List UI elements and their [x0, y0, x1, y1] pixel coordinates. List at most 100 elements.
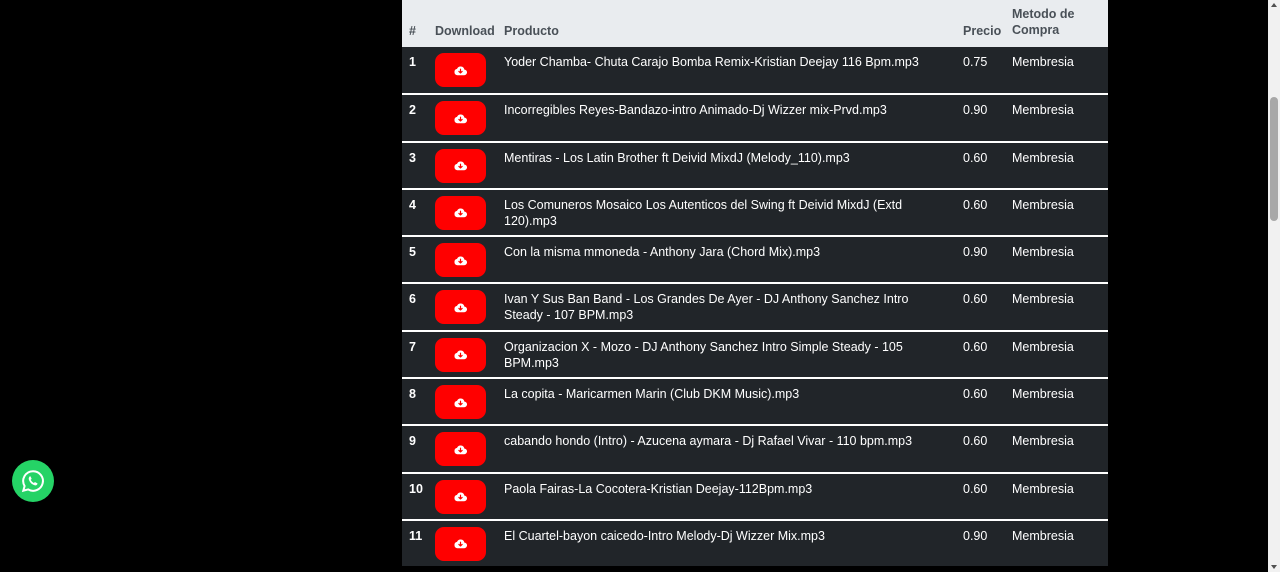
download-cell [435, 473, 504, 520]
cloud-download-icon [454, 397, 467, 408]
row-num: 7 [409, 339, 416, 354]
product-price: 0.60 [963, 292, 988, 307]
header-download: Download [435, 24, 495, 38]
product-name: Mentiras - Los Latin Brother ft Deivid M… [504, 150, 850, 165]
download-cell [435, 142, 504, 189]
download-cell [435, 47, 504, 94]
table-row: 4 Los Comuneros Mosaico Los Autenticos de… [402, 188, 1108, 236]
table-row: 2 Incorregibles Reyes-Bandazo-intro Anima… [402, 94, 1108, 141]
cloud-download-icon [454, 160, 467, 171]
cloud-download-icon [454, 302, 467, 313]
row-num: 3 [409, 150, 416, 165]
scroll-down-arrow-icon[interactable] [1271, 565, 1277, 569]
download-button[interactable] [435, 526, 486, 561]
product-price: 0.60 [963, 339, 988, 354]
scrollbar-thumb[interactable] [1270, 97, 1278, 221]
whatsapp-icon [21, 470, 44, 493]
row-num: 6 [409, 292, 416, 307]
products-table-container: # Download Producto Precio Metodo de Com… [402, 0, 1108, 566]
product-price: 0.90 [963, 245, 988, 260]
row-num: 2 [409, 103, 416, 118]
table-row: 8 La copita - Maricarmen Marin (Club DKM … [402, 378, 1108, 425]
download-button[interactable] [435, 432, 486, 467]
table-header-row: # Download Producto Precio Metodo de Com… [402, 0, 1108, 47]
product-price: 0.75 [963, 55, 988, 69]
product-name: Con la misma mmoneda - Anthony Jara (Cho… [504, 245, 821, 260]
product-price: 0.60 [963, 481, 988, 496]
cloud-download-icon [454, 491, 467, 502]
download-cell [435, 425, 504, 472]
cloud-download-icon [454, 349, 467, 360]
purchase-method: Membresia [1012, 339, 1074, 354]
table-row: 11 El Cuartel-bayon caicedo-Intro Melody-… [402, 519, 1108, 566]
table-row: 9 cabando hondo (Intro) - Azucena aymara … [402, 425, 1108, 472]
product-name: La copita - Maricarmen Marin (Club DKM M… [504, 387, 800, 402]
header-product: Producto [504, 24, 559, 38]
download-cell [435, 94, 504, 141]
purchase-method: Membresia [1012, 103, 1074, 118]
product-price: 0.90 [963, 528, 988, 543]
download-cell [435, 236, 504, 283]
table-row: 5 Con la misma mmoneda - Anthony Jara (Ch… [402, 236, 1108, 283]
download-button[interactable] [435, 479, 486, 514]
row-num: 10 [409, 481, 423, 496]
table-row: 1 Yoder Chamba- Chuta Carajo Bomba Remix-… [402, 47, 1108, 94]
purchase-method: Membresia [1012, 481, 1074, 496]
cloud-download-icon [454, 255, 467, 266]
product-name: El Cuartel-bayon caicedo-Intro Melody-Dj… [504, 528, 825, 543]
header-price: Precio [963, 24, 1002, 38]
table-row: 3 Mentiras - Los Latin Brother ft Deivid … [402, 141, 1108, 189]
purchase-method: Membresia [1012, 292, 1074, 307]
product-name: Paola Fairas-La Cocotera-Kristian Deejay… [504, 481, 813, 496]
download-button[interactable] [435, 195, 486, 230]
cloud-download-icon [454, 444, 467, 455]
download-cell [435, 378, 504, 425]
row-num: 11 [409, 528, 423, 543]
download-button[interactable] [435, 243, 486, 278]
product-price: 0.60 [963, 387, 988, 402]
download-button[interactable] [435, 385, 486, 420]
row-num: 4 [409, 197, 416, 212]
product-price: 0.60 [963, 434, 988, 449]
product-price: 0.60 [963, 150, 988, 165]
table-row: 10 Paola Fairas-La Cocotera-Kristian Deej… [402, 472, 1108, 520]
product-price: 0.60 [963, 197, 988, 212]
purchase-method: Membresia [1012, 245, 1074, 260]
scrollbar[interactable] [1268, 0, 1280, 572]
purchase-method: Membresia [1012, 434, 1074, 449]
product-name: Ivan Y Sus Ban Band - Los Grandes De Aye… [504, 292, 909, 323]
purchase-method: Membresia [1012, 150, 1074, 165]
scroll-up-arrow-icon[interactable] [1271, 3, 1277, 7]
product-name: Incorregibles Reyes-Bandazo-intro Animad… [504, 103, 887, 118]
download-button[interactable] [435, 53, 486, 87]
download-button[interactable] [435, 101, 486, 136]
purchase-method: Membresia [1012, 55, 1074, 69]
row-num: 9 [409, 434, 416, 449]
product-name: Los Comuneros Mosaico Los Autenticos del… [504, 197, 903, 228]
download-cell [435, 283, 504, 330]
download-cell [435, 331, 504, 378]
row-num: 1 [409, 55, 416, 69]
purchase-method: Membresia [1012, 197, 1074, 212]
product-name: cabando hondo (Intro) - Azucena aymara -… [504, 434, 913, 449]
download-cell [435, 520, 504, 566]
table-body: 1 Yoder Chamba- Chuta Carajo Bomba Remix-… [402, 47, 1108, 566]
table-row: 7 Organizacion X - Mozo - DJ Anthony Sanc… [402, 330, 1108, 378]
row-num: 5 [409, 245, 416, 260]
header-method: Metodo de Compra [1012, 7, 1075, 37]
cloud-download-icon [454, 538, 467, 549]
table-header: # Download Producto Precio Metodo de Com… [402, 0, 1108, 47]
cloud-download-icon [454, 207, 467, 218]
products-table: # Download Producto Precio Metodo de Com… [402, 0, 1108, 566]
download-button[interactable] [435, 148, 486, 183]
whatsapp-button[interactable] [12, 460, 54, 502]
row-num: 8 [409, 387, 416, 402]
table-row: 6 Ivan Y Sus Ban Band - Los Grandes De Ay… [402, 283, 1108, 330]
product-price: 0.90 [963, 103, 988, 118]
header-num: # [409, 24, 416, 38]
download-button[interactable] [435, 290, 486, 325]
download-cell [435, 189, 504, 236]
download-button[interactable] [435, 337, 486, 372]
cloud-download-icon [454, 113, 467, 124]
cloud-download-icon [454, 65, 467, 76]
